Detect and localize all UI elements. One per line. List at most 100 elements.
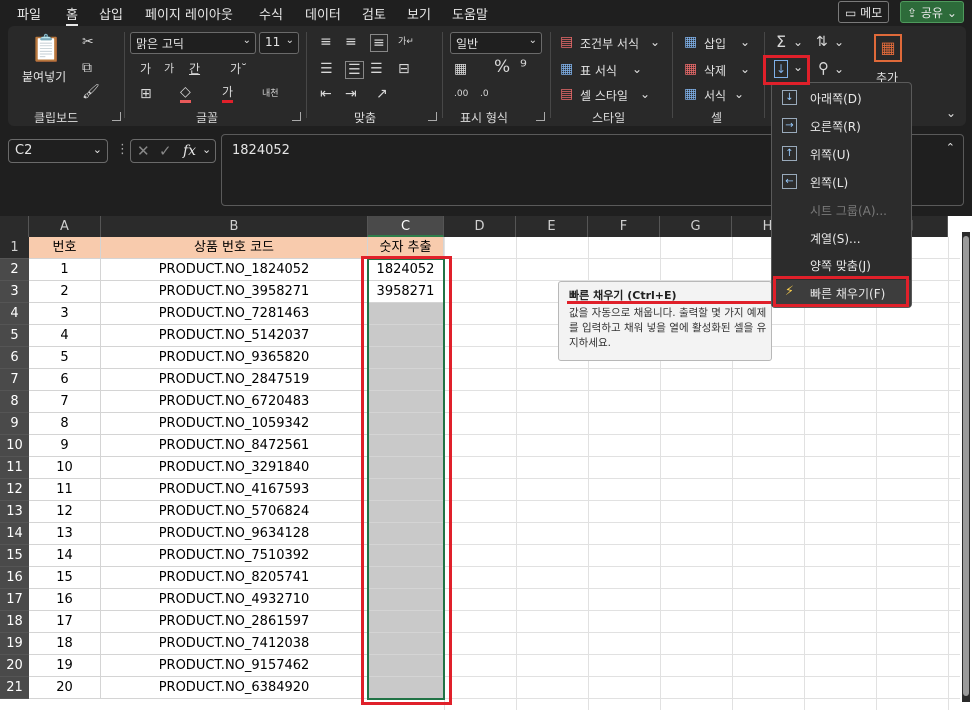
copy-icon[interactable]: ⧉: [82, 60, 92, 76]
row-header-18[interactable]: 18: [0, 611, 29, 633]
memo-button[interactable]: ▭ 메모: [838, 1, 890, 23]
cell-b20[interactable]: PRODUCT.NO_9157462: [101, 655, 368, 677]
row-header-9[interactable]: 9: [0, 413, 29, 435]
row-header-6[interactable]: 6: [0, 347, 29, 369]
format-cells-button[interactable]: 서식: [704, 87, 726, 104]
cell-b7[interactable]: PRODUCT.NO_2847519: [101, 369, 368, 391]
cell-b16[interactable]: PRODUCT.NO_8205741: [101, 567, 368, 589]
cell-a17[interactable]: 16: [29, 589, 101, 611]
align-center-icon[interactable]: ☰: [345, 61, 364, 79]
cell-c16[interactable]: [368, 567, 444, 589]
chevron-down-icon[interactable]: ⌄: [640, 87, 650, 101]
cell-b2[interactable]: PRODUCT.NO_1824052: [101, 259, 368, 281]
merge-center-icon[interactable]: ⊟: [398, 61, 410, 77]
chevron-down-icon[interactable]: ⌄: [650, 35, 660, 49]
borders-icon[interactable]: ⊞: [140, 86, 152, 102]
row-header-5[interactable]: 5: [0, 325, 29, 347]
cell-c4[interactable]: [368, 303, 444, 325]
cell-b4[interactable]: PRODUCT.NO_7281463: [101, 303, 368, 325]
fill-menu-item-2[interactable]: ↑ 위쪽(U): [772, 141, 911, 167]
menu-help[interactable]: 도움말: [452, 4, 488, 23]
row-header-14[interactable]: 14: [0, 523, 29, 545]
increase-indent-icon[interactable]: ⇥: [345, 86, 357, 102]
select-all-corner[interactable]: [0, 216, 29, 237]
cell-b8[interactable]: PRODUCT.NO_6720483: [101, 391, 368, 413]
row-header-20[interactable]: 20: [0, 655, 29, 677]
column-header-f[interactable]: F: [588, 216, 660, 237]
insert-cells-icon[interactable]: ▦: [684, 34, 697, 50]
cell-c6[interactable]: [368, 347, 444, 369]
cell-b11[interactable]: PRODUCT.NO_3291840: [101, 457, 368, 479]
decrease-decimal-icon[interactable]: .0: [480, 86, 489, 102]
header-cell-a1[interactable]: 번호: [29, 237, 101, 259]
cell-a12[interactable]: 11: [29, 479, 101, 501]
cell-c9[interactable]: [368, 413, 444, 435]
delete-cells-button[interactable]: 삭제: [704, 62, 726, 79]
cell-c5[interactable]: [368, 325, 444, 347]
paste-label[interactable]: 붙여넣기: [22, 68, 66, 85]
cell-a2[interactable]: 1: [29, 259, 101, 281]
increase-decimal-icon[interactable]: .00: [454, 86, 468, 102]
cell-a11[interactable]: 10: [29, 457, 101, 479]
chevron-up-icon[interactable]: ⌃: [946, 141, 955, 154]
alignment-launcher[interactable]: [428, 112, 437, 121]
cell-a10[interactable]: 9: [29, 435, 101, 457]
row-header-11[interactable]: 11: [0, 457, 29, 479]
row-header-13[interactable]: 13: [0, 501, 29, 523]
percent-icon[interactable]: %: [494, 59, 510, 76]
cell-a15[interactable]: 14: [29, 545, 101, 567]
add-ins-icon[interactable]: ▦: [874, 34, 902, 62]
menu-home[interactable]: 홈: [66, 4, 78, 26]
cell-a18[interactable]: 17: [29, 611, 101, 633]
format-cells-icon[interactable]: ▦: [684, 86, 697, 102]
accounting-format-icon[interactable]: ▦: [454, 61, 467, 77]
cancel-icon[interactable]: ✕: [137, 142, 150, 160]
cell-c12[interactable]: [368, 479, 444, 501]
row-header-17[interactable]: 17: [0, 589, 29, 611]
column-header-b[interactable]: B: [101, 216, 368, 237]
column-header-g[interactable]: G: [660, 216, 732, 237]
row-header-4[interactable]: 4: [0, 303, 29, 325]
autosum-icon[interactable]: Σ: [776, 34, 786, 50]
cell-c19[interactable]: [368, 633, 444, 655]
row-header-21[interactable]: 21: [0, 677, 29, 699]
cell-b9[interactable]: PRODUCT.NO_1059342: [101, 413, 368, 435]
column-header-e[interactable]: E: [516, 216, 588, 237]
cell-a14[interactable]: 13: [29, 523, 101, 545]
row-header-19[interactable]: 19: [0, 633, 29, 655]
menu-page-layout[interactable]: 페이지 레이아웃: [145, 4, 233, 23]
cell-a5[interactable]: 4: [29, 325, 101, 347]
cell-b6[interactable]: PRODUCT.NO_9365820: [101, 347, 368, 369]
cell-styles-icon[interactable]: ▤: [560, 86, 573, 102]
conditional-format-icon[interactable]: ▤: [560, 34, 573, 50]
format-as-table-button[interactable]: 표 서식: [580, 62, 617, 79]
menu-file[interactable]: 파일: [17, 4, 41, 23]
cell-c17[interactable]: [368, 589, 444, 611]
comma-style-icon[interactable]: ⁹: [520, 59, 527, 76]
cell-c8[interactable]: [368, 391, 444, 413]
header-cell-c1[interactable]: 숫자 추출: [368, 237, 444, 259]
superscript-icon[interactable]: 가˘: [230, 61, 247, 77]
chevron-down-icon[interactable]: ⌄: [834, 35, 844, 49]
cell-b18[interactable]: PRODUCT.NO_2861597: [101, 611, 368, 633]
delete-cells-icon[interactable]: ▦: [684, 61, 697, 77]
cell-a6[interactable]: 5: [29, 347, 101, 369]
sort-filter-icon[interactable]: ⇅: [816, 34, 828, 50]
cell-a9[interactable]: 8: [29, 413, 101, 435]
header-cell-b1[interactable]: 상품 번호 코드: [101, 237, 368, 259]
chevron-down-icon[interactable]: ⌄: [734, 87, 744, 101]
cell-c18[interactable]: [368, 611, 444, 633]
cut-icon[interactable]: ✂: [82, 34, 94, 50]
cell-b15[interactable]: PRODUCT.NO_7510392: [101, 545, 368, 567]
cell-a20[interactable]: 19: [29, 655, 101, 677]
insert-function-button[interactable]: fx: [183, 143, 196, 159]
cell-b5[interactable]: PRODUCT.NO_5142037: [101, 325, 368, 347]
menu-formulas[interactable]: 수식: [259, 4, 283, 23]
cell-b14[interactable]: PRODUCT.NO_9634128: [101, 523, 368, 545]
format-as-table-icon[interactable]: ▦: [560, 61, 573, 77]
column-header-c[interactable]: C: [368, 216, 444, 237]
insert-cells-button[interactable]: 삽입: [704, 35, 726, 52]
cell-b12[interactable]: PRODUCT.NO_4167593: [101, 479, 368, 501]
row-header-7[interactable]: 7: [0, 369, 29, 391]
menu-data[interactable]: 데이터: [305, 4, 341, 23]
